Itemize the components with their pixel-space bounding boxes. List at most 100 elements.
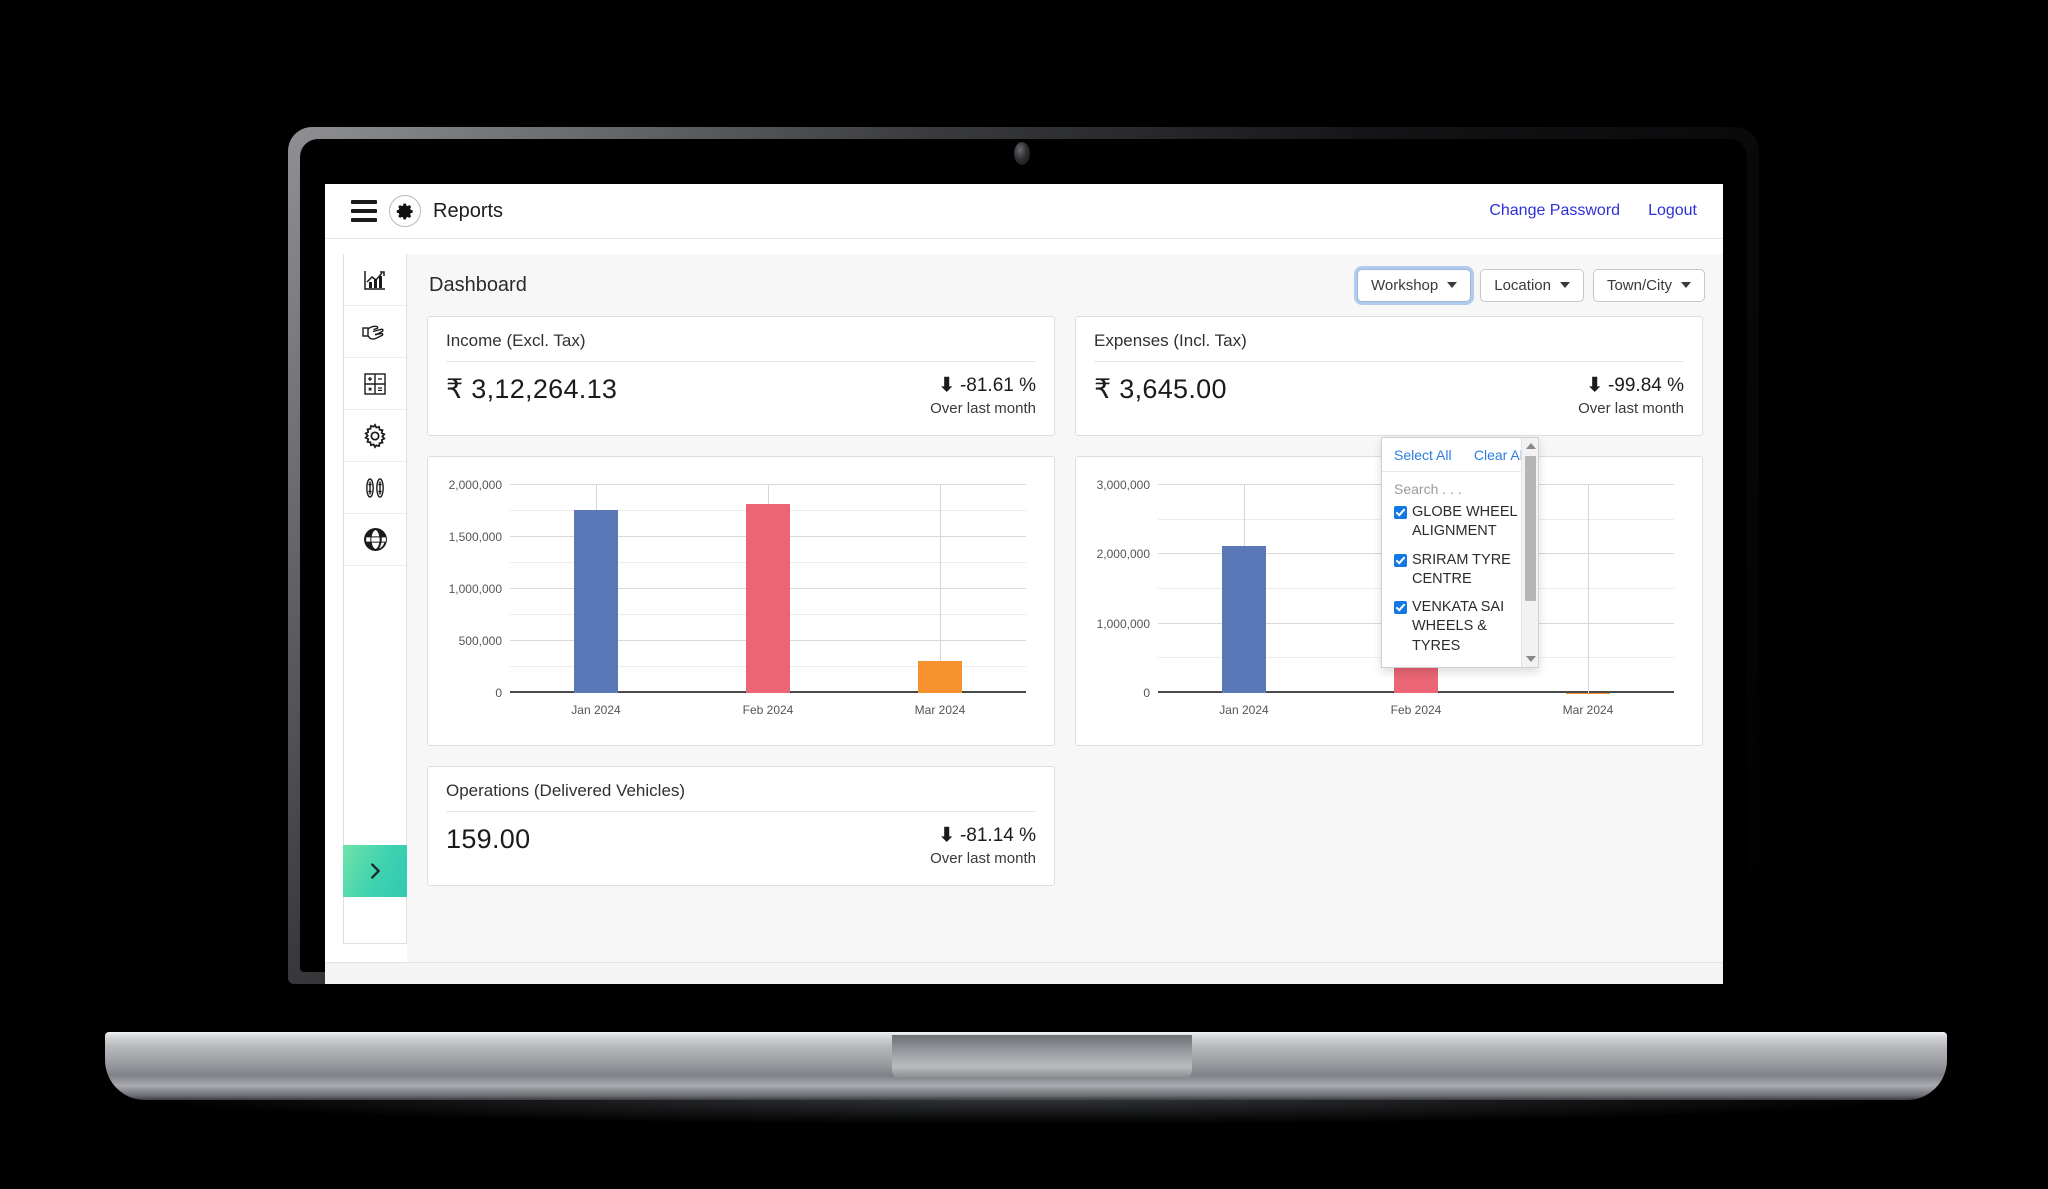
income-card: Income (Excl. Tax) ₹ 3,12,264.13 ⬇ -81.6… <box>427 316 1055 436</box>
laptop-base-notch <box>892 1035 1192 1079</box>
logout-link[interactable]: Logout <box>1648 202 1697 220</box>
sidebar-item-crm[interactable] <box>344 306 406 358</box>
y-axis-tick-label: 2,000,000 <box>448 478 502 492</box>
plot-area: 0 500,000 1,000,000 1,500,000 2,000,000 Jan 2… <box>449 478 1026 717</box>
dropdown-option-list: GLOBE WHEEL ALIGNMENT SRIRAM TYRE CENTRE V… <box>1382 503 1538 667</box>
checkbox-checked-icon[interactable] <box>1394 553 1407 567</box>
dropdown-option[interactable]: GLOBE WHEEL ALIGNMENT <box>1394 503 1538 542</box>
income-delta: ⬇ -81.61 % Over last month <box>930 374 1036 417</box>
income-delta-sub: Over last month <box>930 400 1036 417</box>
operations-card-title: Operations (Delivered Vehicles) <box>446 781 686 800</box>
y-axis-tick-label: 1,500,000 <box>448 530 502 544</box>
page-title: Dashboard <box>429 273 527 296</box>
arrow-down-icon: ⬇ <box>938 825 955 846</box>
sidebar <box>343 254 407 944</box>
expenses-card: Expenses (Incl. Tax) ₹ 3,645.00 ⬇ -99.84… <box>1075 316 1703 436</box>
chevron-down-icon <box>1681 282 1691 288</box>
category-tick <box>1588 485 1589 693</box>
clear-all-link[interactable]: Clear All <box>1474 447 1526 463</box>
income-card-title: Income (Excl. Tax) <box>446 331 586 350</box>
laptop-screen: Reports Change Password Logout Dashboard… <box>325 184 1723 984</box>
income-kpi: ₹ 3,12,264.13 ⬇ -81.61 % Over last month <box>428 362 1054 435</box>
filter-town-city-label: Town/City <box>1606 276 1672 294</box>
laptop-shadow <box>145 1098 1905 1124</box>
sidebar-item-service[interactable] <box>344 462 406 514</box>
sidebar-item-web[interactable] <box>344 514 406 566</box>
bar[interactable] <box>1222 546 1266 693</box>
income-chart-card: 0 500,000 1,000,000 1,500,000 2,000,000 Jan 2… <box>427 456 1055 746</box>
sidebar-filler <box>344 566 406 618</box>
bar[interactable] <box>746 503 790 693</box>
expenses-delta-sub: Over last month <box>1578 400 1684 417</box>
sidebar-item-settings[interactable] <box>344 410 406 462</box>
x-axis-tick-label: Mar 2024 <box>914 703 966 717</box>
y-axis-tick-label: 1,000,000 <box>1096 616 1150 631</box>
screenshot-stage: Reports Change Password Logout Dashboard… <box>0 0 2048 1189</box>
dropdown-option-label: GLOBE WHEEL ALIGNMENT <box>1412 504 1518 540</box>
scroll-down-arrow-icon[interactable] <box>1526 656 1536 662</box>
expenses-delta-value: -99.84 % <box>1607 375 1684 396</box>
arrow-down-icon: ⬇ <box>938 375 955 396</box>
dropdown-option-label: VENKATA SAI WHEELS & TYRES <box>1412 599 1505 654</box>
app-title: Reports <box>433 199 504 222</box>
x-axis-tick-label: Feb 2024 <box>742 703 794 717</box>
x-axis-tick-label: Feb 2024 <box>1390 703 1442 717</box>
content-header: Dashboard Workshop Location Town/City <box>407 254 1723 316</box>
webcam-icon <box>1014 142 1030 165</box>
top-bar-actions: Change Password Logout <box>1489 202 1697 220</box>
workshop-dropdown-panel[interactable]: Select All Clear All GLOBE WHEEL ALIGNME… <box>1381 437 1539 668</box>
expenses-value: ₹ 3,645.00 <box>1094 374 1227 404</box>
sidebar-expand-button[interactable] <box>343 845 407 897</box>
income-chart: 0 500,000 1,000,000 1,500,000 2,000,000 Jan 2… <box>438 475 1044 735</box>
operations-delta: ⬇ -81.14 % Over last month <box>930 824 1036 867</box>
sidebar-item-accounts[interactable] <box>344 358 406 410</box>
dropdown-search-input[interactable] <box>1382 472 1538 503</box>
checkbox-checked-icon[interactable] <box>1394 601 1407 615</box>
dropdown-option[interactable]: VENKATA SAI WHEELS & TYRES <box>1394 598 1538 656</box>
bar[interactable] <box>918 660 962 693</box>
operations-delta-value: -81.14 % <box>959 825 1036 846</box>
change-password-link[interactable]: Change Password <box>1489 202 1620 220</box>
arrow-down-icon: ⬇ <box>1586 375 1603 396</box>
top-bar: Reports Change Password Logout <box>325 184 1723 239</box>
y-axis-tick-label: 0 <box>1143 686 1150 700</box>
dropdown-option[interactable]: SRIRAM TYRE CENTRE <box>1394 551 1538 590</box>
dropdown-option[interactable]: VIGNESHWARA <box>1394 665 1538 667</box>
gear-icon[interactable] <box>389 195 421 227</box>
income-delta-value: -81.61 % <box>959 375 1036 396</box>
chevron-down-icon <box>1559 282 1570 288</box>
scroll-up-arrow-icon[interactable] <box>1526 443 1536 449</box>
operations-delta-sub: Over last month <box>930 850 1036 867</box>
select-all-link[interactable]: Select All <box>1394 447 1452 463</box>
filter-town-city-button[interactable]: Town/City <box>1592 268 1705 302</box>
hamburger-icon[interactable] <box>351 200 377 222</box>
filter-location-label: Location <box>1494 276 1551 294</box>
left-column: Income (Excl. Tax) ₹ 3,12,264.13 ⬇ -81.6… <box>427 316 1055 886</box>
scrollbar-thumb[interactable] <box>1525 456 1536 601</box>
y-axis-tick-label: 0 <box>495 686 502 700</box>
chevron-down-icon <box>1447 282 1458 288</box>
x-axis-tick-label: Mar 2024 <box>1562 703 1614 717</box>
y-axis-tick-label: 500,000 <box>458 634 502 648</box>
filter-workshop-button[interactable]: Workshop <box>1356 268 1472 302</box>
checkbox-checked-icon[interactable] <box>1394 506 1407 519</box>
x-axis-tick-label: Jan 2024 <box>571 703 621 717</box>
filter-location-button[interactable]: Location <box>1480 268 1584 302</box>
chevron-right-icon <box>371 863 380 879</box>
filter-bar: Workshop Location Town/City <box>1356 268 1705 302</box>
y-axis-tick-label: 3,000,000 <box>1096 478 1150 492</box>
y-axis-tick-label: 2,000,000 <box>1096 547 1150 562</box>
expenses-kpi: ₹ 3,645.00 ⬇ -99.84 % Over last month <box>1076 362 1702 435</box>
dropdown-scrollbar[interactable] <box>1521 438 1538 667</box>
bar[interactable] <box>574 509 618 693</box>
screen-bottom-band <box>325 962 1723 984</box>
dropdown-option-label: VIGNESHWARA <box>1412 665 1520 667</box>
y-axis-tick-label: 1,000,000 <box>448 582 502 596</box>
operations-card: Operations (Delivered Vehicles) 159.00 ⬇… <box>427 766 1055 886</box>
sidebar-item-analytics[interactable] <box>344 254 406 306</box>
dropdown-option-label: SRIRAM TYRE CENTRE <box>1412 551 1511 587</box>
operations-kpi: 159.00 ⬇ -81.14 % Over last month <box>428 812 1054 885</box>
expenses-card-title: Expenses (Incl. Tax) <box>1094 331 1247 350</box>
income-value: ₹ 3,12,264.13 <box>446 374 618 404</box>
expenses-delta: ⬇ -99.84 % Over last month <box>1578 374 1684 417</box>
